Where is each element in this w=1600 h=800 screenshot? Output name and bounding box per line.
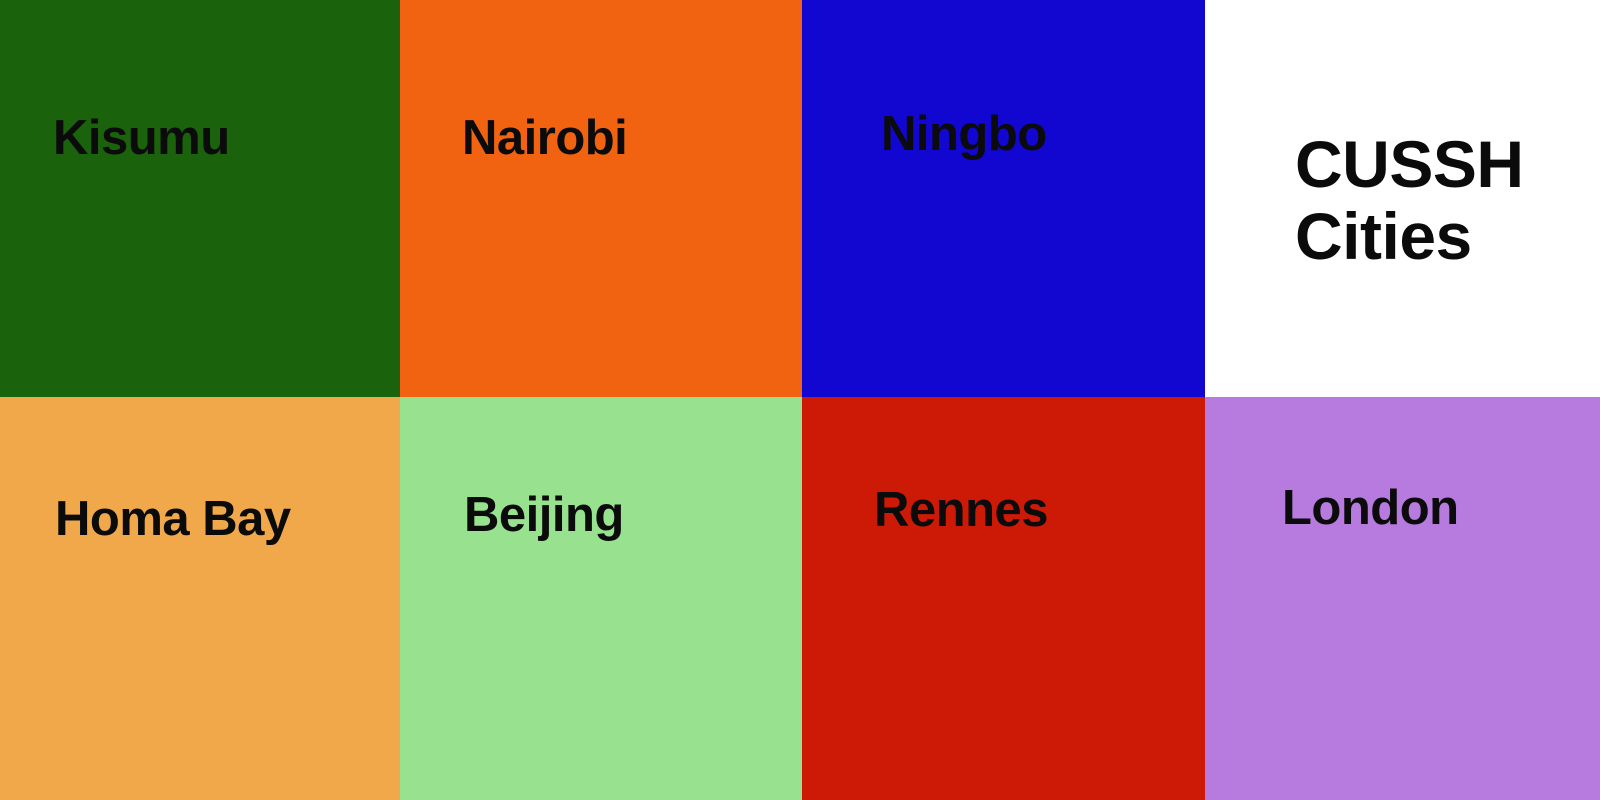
tile-rennes: Rennes [802,397,1205,800]
tile-nairobi: Nairobi [400,0,802,397]
page-title: CUSSH Cities [1295,127,1524,273]
tile-beijing: Beijing [400,397,802,800]
tile-kisumu: Kisumu [0,0,400,397]
tile-label-nairobi: Nairobi [462,111,628,165]
tile-homa-bay: Homa Bay [0,397,400,800]
tile-ningbo: Ningbo [802,0,1205,397]
tile-label-london: London [1282,481,1459,535]
tile-label-ningbo: Ningbo [881,107,1047,161]
tile-label-homa-bay: Homa Bay [55,492,291,546]
tile-london: London [1205,397,1600,800]
city-tile-grid: Kisumu Nairobi Ningbo CUSSH Cities Homa … [0,0,1600,800]
tile-cussh-cities: CUSSH Cities [1205,0,1600,397]
tile-label-beijing: Beijing [464,488,624,542]
tile-label-rennes: Rennes [874,483,1049,537]
tile-label-kisumu: Kisumu [53,111,230,165]
